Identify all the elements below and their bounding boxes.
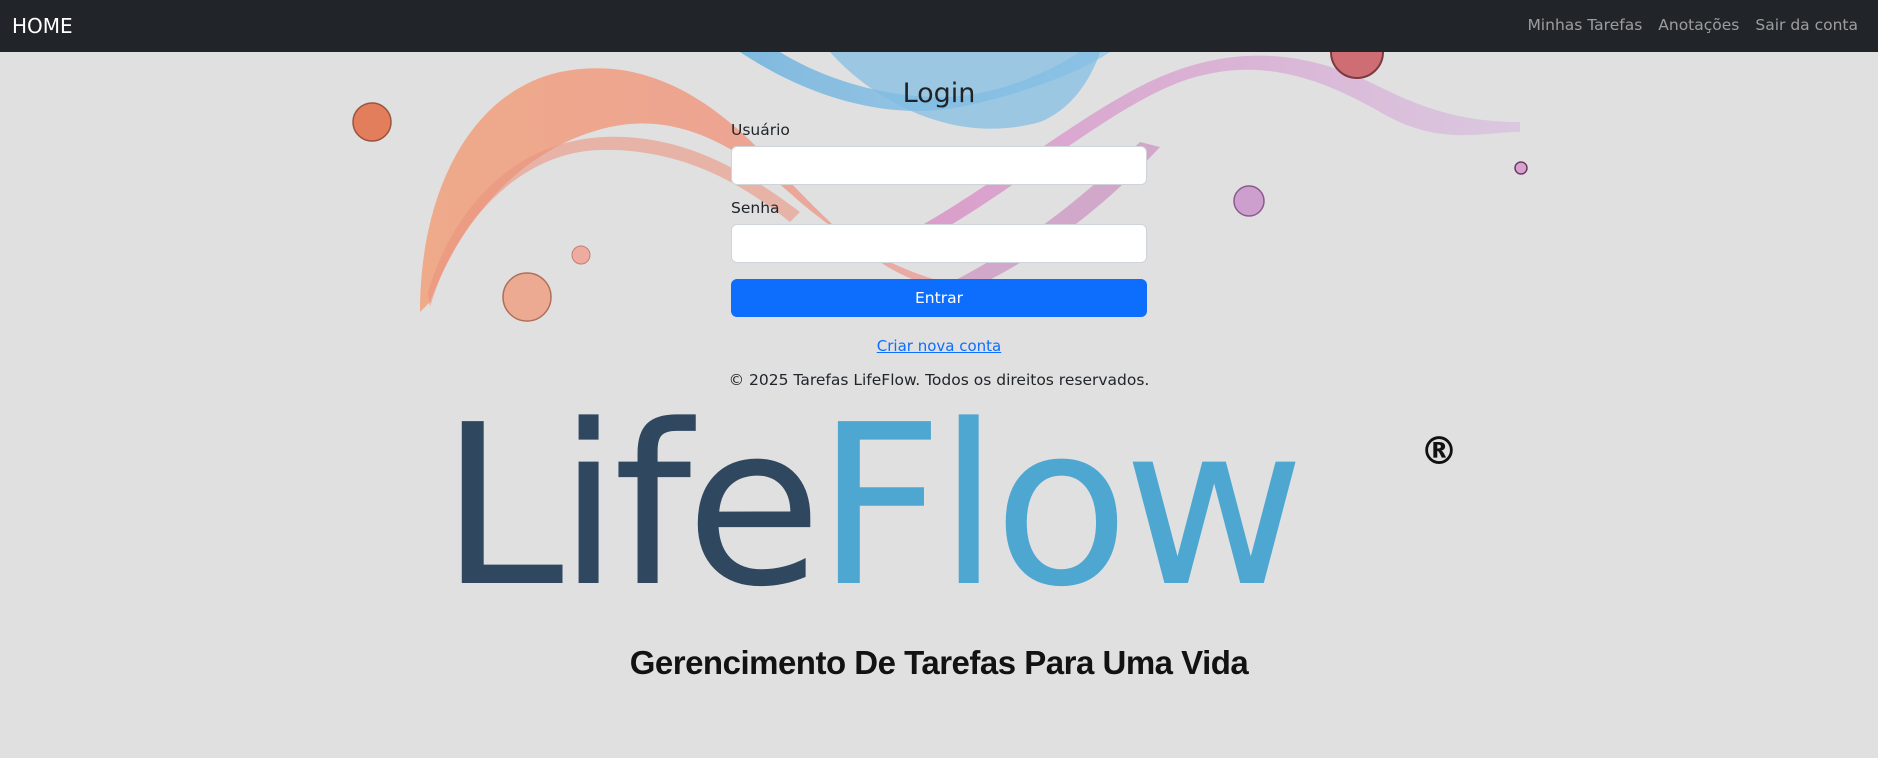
navbar: HOME Minhas Tarefas Anotações Sair da co… — [0, 0, 1878, 52]
login-form: Login Usuário Senha Entrar Criar nova co… — [731, 76, 1147, 356]
login-button[interactable]: Entrar — [731, 279, 1147, 317]
logo-flow-text: Flow — [816, 378, 1305, 636]
registered-trademark-icon: ® — [1420, 429, 1458, 473]
nav-link-sair-da-conta[interactable]: Sair da conta — [1755, 15, 1858, 35]
nav-link-anotacoes[interactable]: Anotações — [1658, 15, 1739, 35]
create-account-link[interactable]: Criar nova conta — [731, 336, 1147, 356]
nav-link-minhas-tarefas[interactable]: Minhas Tarefas — [1527, 15, 1642, 35]
login-title: Login — [902, 78, 976, 109]
logo-tagline: Gerencimento De Tarefas Para Uma Vida — [629, 644, 1249, 681]
logo-wordmark: LifeFlow — [440, 396, 1305, 618]
logo-life-text: Life — [440, 378, 822, 636]
copyright-text: © 2025 Tarefas LifeFlow. Todos os direit… — [728, 371, 1150, 389]
nav-links: Minhas Tarefas Anotações Sair da conta — [1527, 15, 1858, 35]
username-label: Usuário — [731, 121, 790, 139]
password-input[interactable] — [731, 224, 1147, 263]
password-label: Senha — [731, 199, 780, 217]
lifeflow-logo: LifeFlow ® — [440, 396, 1490, 618]
home-link[interactable]: HOME — [12, 13, 73, 39]
username-input[interactable] — [731, 146, 1147, 185]
